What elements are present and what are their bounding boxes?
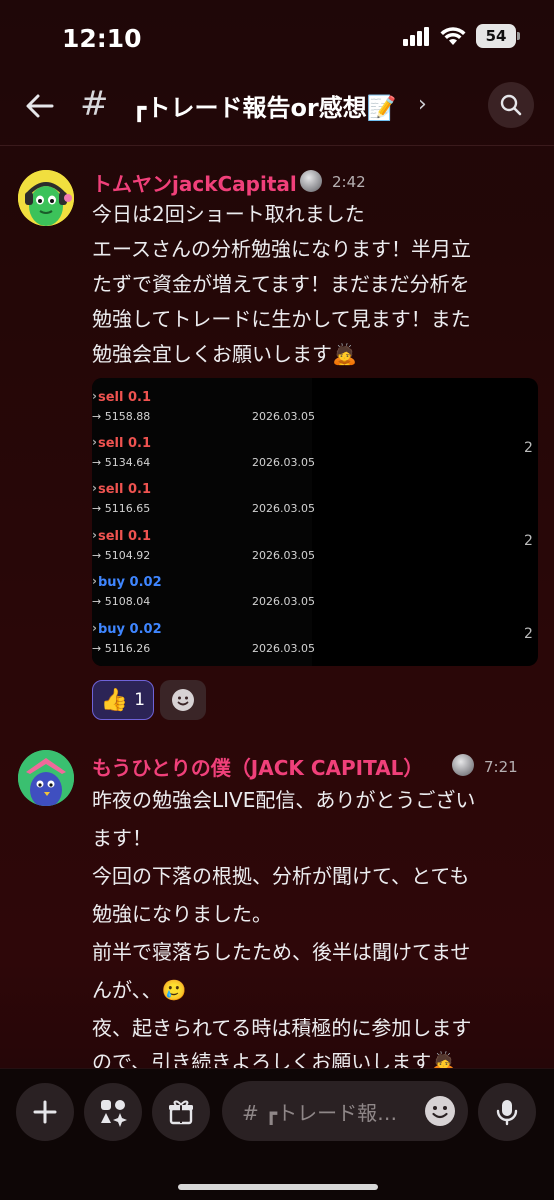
back-button[interactable] [22,88,58,124]
timestamp: 2:42 [332,173,366,191]
username[interactable]: もうひとりの僕（JACK CAPITAL） [92,752,423,781]
trade-history-panel: sell 0.1 → 5158.88 2026.03.05 sell 0.1 →… [92,378,315,666]
reaction-count: 1 [134,690,146,710]
home-indicator [178,1184,378,1190]
composer-bar: # ┏トレード報… [0,1068,554,1200]
trade-date: 2026.03.05 [252,456,315,469]
cutoff-digit: 2 [524,626,533,642]
channel-header: # ┏トレード報告or感想📝 › [0,74,554,142]
smiley-icon [172,689,194,711]
emoji-button[interactable] [424,1095,456,1127]
message-line: 勉強になりました。 [92,902,272,926]
message-input-placeholder: # ┏トレード報… [242,1101,398,1125]
channel-title[interactable]: ┏トレード報告or感想📝 [132,88,397,123]
trade-price: → 5134.64 [92,456,151,469]
status-time: 12:10 [62,24,142,53]
apps-button[interactable] [84,1083,142,1141]
message-line: 勉強会宜しくお願いします🙇 [92,342,357,366]
reaction-thumbs-up[interactable]: 👍 1 [92,680,154,720]
server-badge-icon [300,170,322,192]
hash-icon: # [80,84,109,124]
message-line: 前半で寝落ちしたため、後半は聞けてませ [92,940,471,964]
add-attachment-button[interactable] [16,1083,74,1141]
trade-side: buy 0.02 [92,621,162,637]
trade-side: sell 0.1 [92,528,151,544]
trade-date: 2026.03.05 [252,642,315,655]
message-line: 夜、起きられてる時は積極的に参加します [92,1016,472,1040]
avatar[interactable] [18,170,74,226]
header-divider [0,145,554,146]
signal-icon [403,27,429,46]
message-line: 今日は2回ショート取れました [92,202,365,226]
message-line: エースさんの分析勉強になります！半月立 [92,237,471,261]
apps-sparkle-icon [101,1100,127,1127]
gift-icon [169,1100,193,1125]
search-button[interactable] [488,82,534,128]
cutoff-digit: 2 [524,533,533,549]
trade-row: sell 0.1 → 5116.65 2026.03.05 [92,481,315,528]
battery-indicator: 54 [476,24,520,48]
wifi-icon [440,27,466,45]
smiley-icon [425,1096,455,1126]
trade-side: sell 0.1 [92,389,151,405]
add-reaction-button[interactable] [160,680,206,720]
message-line: 昨夜の勉強会LIVE配信、ありがとうござい [92,788,476,812]
chevron-right-icon[interactable]: › [418,92,427,117]
trade-price: → 5116.26 [92,642,151,655]
trade-price: → 5108.04 [92,595,151,608]
username[interactable]: トムヤンjackCapital [92,168,297,197]
trade-date: 2026.03.05 [252,595,315,608]
trade-row: buy 0.02 → 5108.04 2026.03.05 [92,574,315,621]
trade-side: buy 0.02 [92,574,162,590]
trade-price: → 5116.65 [92,502,151,515]
arrow-left-icon [26,94,54,118]
gift-button[interactable] [152,1083,210,1141]
trade-side: sell 0.1 [92,481,151,497]
voice-message-button[interactable] [478,1083,536,1141]
image-attachment[interactable]: sell 0.1 → 5158.88 2026.03.05 sell 0.1 →… [92,378,538,666]
trade-date: 2026.03.05 [252,549,315,562]
message-input[interactable]: # ┏トレード報… [222,1081,468,1141]
server-badge-icon [452,754,474,776]
trade-price: → 5158.88 [92,410,151,423]
plus-icon [33,1100,57,1124]
message-line: ます！ [92,826,152,850]
trade-row: sell 0.1 → 5158.88 2026.03.05 [92,389,315,436]
status-bar: 12:10 54 [0,0,554,74]
trade-price: → 5104.92 [92,549,151,562]
search-icon [500,94,522,116]
trade-date: 2026.03.05 [252,502,315,515]
thumbs-up-icon: 👍 [100,687,129,713]
trade-row: sell 0.1 → 5104.92 2026.03.05 [92,528,315,575]
message-line: たずで資金が増えてます！まだまだ分析を [92,272,470,296]
trade-row: buy 0.02 → 5116.26 2026.03.05 [92,621,315,666]
timestamp: 7:21 [484,758,518,776]
trade-side: sell 0.1 [92,435,151,451]
trade-row: sell 0.1 → 5134.64 2026.03.05 [92,435,315,482]
cutoff-digit: 2 [524,440,533,456]
message-line: 今回の下落の根拠、分析が聞けて、とても [92,864,470,888]
avatar-character-icon [18,170,74,226]
avatar[interactable] [18,750,74,806]
microphone-icon [496,1100,518,1126]
message-line: んが、、🥲 [92,978,187,1002]
message-line: 勉強してトレードに生かして見ます！また [92,307,471,331]
status-icons: 54 [402,24,520,48]
avatar-character-icon [18,750,74,806]
trade-date: 2026.03.05 [252,410,315,423]
